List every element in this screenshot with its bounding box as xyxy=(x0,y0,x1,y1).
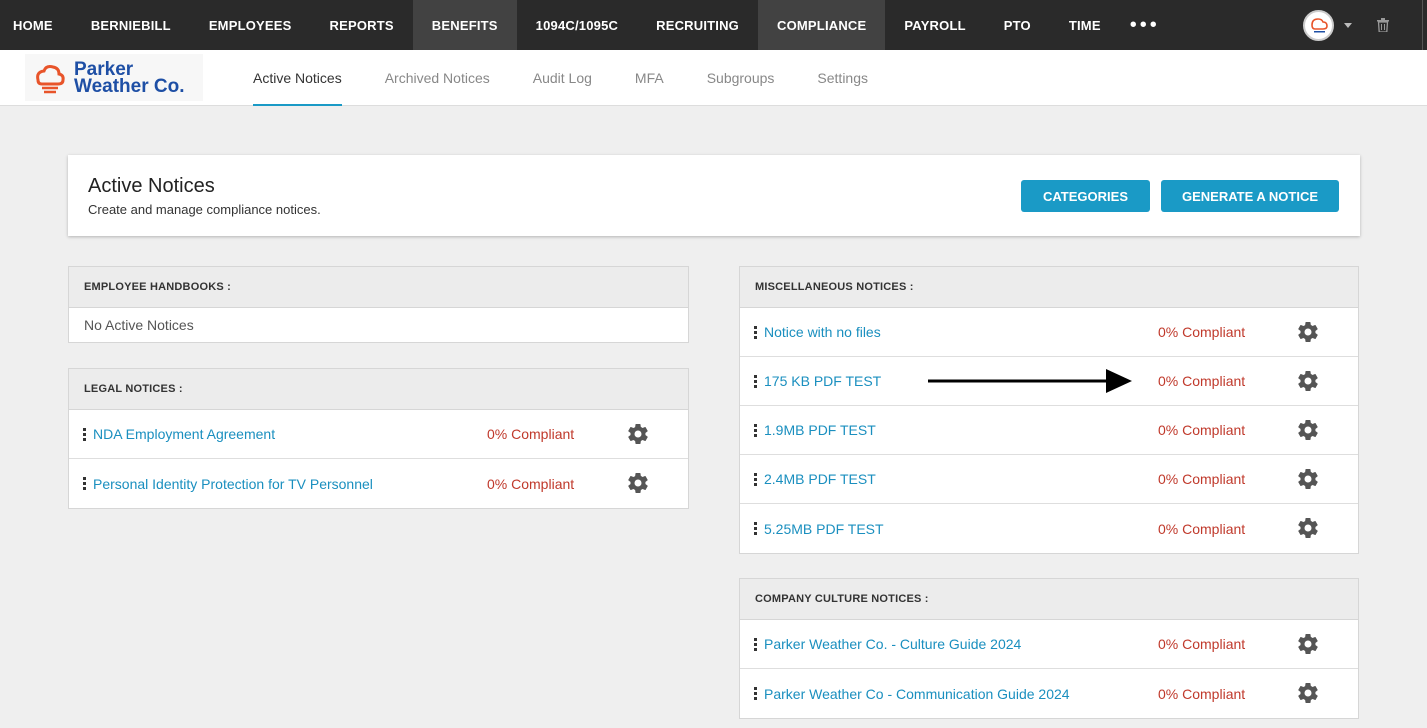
compliance-status: 0% Compliant xyxy=(487,426,575,442)
tab-subgroups[interactable]: Subgroups xyxy=(707,50,775,106)
legal-notices-panel: LEGAL NOTICES : NDA Employment Agreement… xyxy=(68,368,689,509)
notice-link[interactable]: Personal Identity Protection for TV Pers… xyxy=(93,476,373,492)
gear-icon[interactable] xyxy=(1296,369,1320,393)
drag-handle-icon[interactable] xyxy=(754,375,757,388)
drag-handle-icon[interactable] xyxy=(754,638,757,651)
tab-archived-notices[interactable]: Archived Notices xyxy=(385,50,490,106)
notice-link[interactable]: Notice with no files xyxy=(764,324,881,340)
notice-link[interactable]: NDA Employment Agreement xyxy=(93,426,275,442)
annotation-arrow-icon xyxy=(928,369,1132,393)
logo-line-1: Parker xyxy=(74,58,134,80)
compliance-status: 0% Compliant xyxy=(1158,422,1246,438)
tab-audit-log[interactable]: Audit Log xyxy=(533,50,592,106)
nav-time[interactable]: TIME xyxy=(1050,0,1120,50)
notice-row: Parker Weather Co - Communication Guide … xyxy=(740,669,1358,718)
nav-reports[interactable]: REPORTS xyxy=(311,0,413,50)
company-logo[interactable]: Parker Weather Co. xyxy=(25,54,203,101)
compliance-status: 0% Compliant xyxy=(1158,636,1246,652)
notice-link[interactable]: Parker Weather Co. - Culture Guide 2024 xyxy=(764,636,1021,652)
gear-icon[interactable] xyxy=(1296,320,1320,344)
nav-right-controls xyxy=(1303,0,1427,50)
gear-icon[interactable] xyxy=(1296,418,1320,442)
empty-state: No Active Notices xyxy=(84,317,194,333)
gear-icon[interactable] xyxy=(626,471,650,495)
notice-row: Parker Weather Co. - Culture Guide 2024 0… xyxy=(740,620,1358,669)
panel-title: COMPANY CULTURE NOTICES : xyxy=(740,579,1358,620)
notice-row: Personal Identity Protection for TV Pers… xyxy=(69,459,688,508)
notice-row: 1.9MB PDF TEST 0% Compliant xyxy=(740,406,1358,455)
drag-handle-icon[interactable] xyxy=(83,428,86,441)
nav-1094c-1095c[interactable]: 1094C/1095C xyxy=(517,0,637,50)
drag-handle-icon[interactable] xyxy=(754,473,757,486)
notice-row: 2.4MB PDF TEST 0% Compliant xyxy=(740,455,1358,504)
page-subtitle: Create and manage compliance notices. xyxy=(88,202,321,217)
miscellaneous-notices-panel: MISCELLANEOUS NOTICES : Notice with no f… xyxy=(739,266,1359,554)
gear-icon[interactable] xyxy=(1296,467,1320,491)
tab-mfa[interactable]: MFA xyxy=(635,50,664,106)
notice-link[interactable]: 2.4MB PDF TEST xyxy=(764,471,876,487)
top-nav: HOME BERNIEBILL EMPLOYEES REPORTS BENEFI… xyxy=(0,0,1427,50)
company-logo-icon xyxy=(1310,18,1328,33)
nav-recruiting[interactable]: RECRUITING xyxy=(637,0,758,50)
notice-link[interactable]: Parker Weather Co - Communication Guide … xyxy=(764,686,1070,702)
drag-handle-icon[interactable] xyxy=(754,424,757,437)
notice-row: NDA Employment Agreement 0% Compliant xyxy=(69,410,688,459)
notice-row: 5.25MB PDF TEST 0% Compliant xyxy=(740,504,1358,553)
drag-handle-icon[interactable] xyxy=(754,522,757,535)
gear-icon[interactable] xyxy=(1296,516,1320,540)
nav-more-menu[interactable]: ••• xyxy=(1120,0,1174,50)
sub-nav: Parker Weather Co. Active Notices Archiv… xyxy=(0,50,1427,106)
notice-row: Notice with no files 0% Compliant xyxy=(740,308,1358,357)
drag-handle-icon[interactable] xyxy=(754,687,757,700)
tab-settings[interactable]: Settings xyxy=(817,50,868,106)
generate-notice-button[interactable]: GENERATE A NOTICE xyxy=(1161,180,1339,212)
tabs: Active Notices Archived Notices Audit Lo… xyxy=(253,50,911,106)
gear-icon[interactable] xyxy=(1296,632,1320,656)
nav-benefits[interactable]: BENEFITS xyxy=(412,0,517,50)
notice-list: NDA Employment Agreement 0% Compliant Pers… xyxy=(69,410,688,508)
nav-berniebill[interactable]: BERNIEBILL xyxy=(72,0,190,50)
compliance-status: 0% Compliant xyxy=(1158,324,1246,340)
chevron-down-icon[interactable] xyxy=(1344,22,1352,28)
gear-icon[interactable] xyxy=(1296,681,1320,705)
compliance-status: 0% Compliant xyxy=(487,475,575,492)
employee-handbooks-panel: EMPLOYEE HANDBOOKS : No Active Notices xyxy=(68,266,689,343)
panel-title: EMPLOYEE HANDBOOKS : xyxy=(69,267,688,308)
panel-title: LEGAL NOTICES : xyxy=(69,369,688,410)
compliance-status: 0% Compliant xyxy=(1158,373,1246,389)
logo-text: Parker Weather Co. xyxy=(74,58,185,97)
cloud-logo-icon xyxy=(36,64,65,93)
nav-compliance[interactable]: COMPLIANCE xyxy=(758,0,886,50)
page-header-card: Active Notices Create and manage complia… xyxy=(68,155,1360,236)
nav-home[interactable]: HOME xyxy=(0,0,72,50)
page-title: Active Notices xyxy=(88,175,215,197)
trash-icon[interactable] xyxy=(1377,18,1389,32)
notice-list: Notice with no files 0% Compliant 175 KB P… xyxy=(740,308,1358,553)
categories-button[interactable]: CATEGORIES xyxy=(1021,180,1150,212)
drag-handle-icon[interactable] xyxy=(83,477,86,490)
notice-link[interactable]: 1.9MB PDF TEST xyxy=(764,422,876,438)
notice-list: Parker Weather Co. - Culture Guide 2024 0… xyxy=(740,620,1358,718)
notice-link[interactable]: 175 KB PDF TEST xyxy=(764,373,881,389)
company-culture-notices-panel: COMPANY CULTURE NOTICES : Parker Weather… xyxy=(739,578,1359,719)
drag-handle-icon[interactable] xyxy=(754,326,757,339)
tab-active-notices[interactable]: Active Notices xyxy=(253,50,342,106)
compliance-status: 0% Compliant xyxy=(1158,471,1246,487)
window-edge xyxy=(1422,0,1427,50)
logo-line-2: Weather Co. xyxy=(74,75,185,97)
nav-pto[interactable]: PTO xyxy=(985,0,1050,50)
compliance-status: 0% Compliant xyxy=(1158,520,1246,537)
nav-payroll[interactable]: PAYROLL xyxy=(885,0,984,50)
notice-link[interactable]: 5.25MB PDF TEST xyxy=(764,521,884,537)
compliance-status: 0% Compliant xyxy=(1158,685,1246,702)
panel-title: MISCELLANEOUS NOTICES : xyxy=(740,267,1358,308)
gear-icon[interactable] xyxy=(626,422,650,446)
avatar[interactable] xyxy=(1303,9,1334,41)
nav-employees[interactable]: EMPLOYEES xyxy=(190,0,311,50)
